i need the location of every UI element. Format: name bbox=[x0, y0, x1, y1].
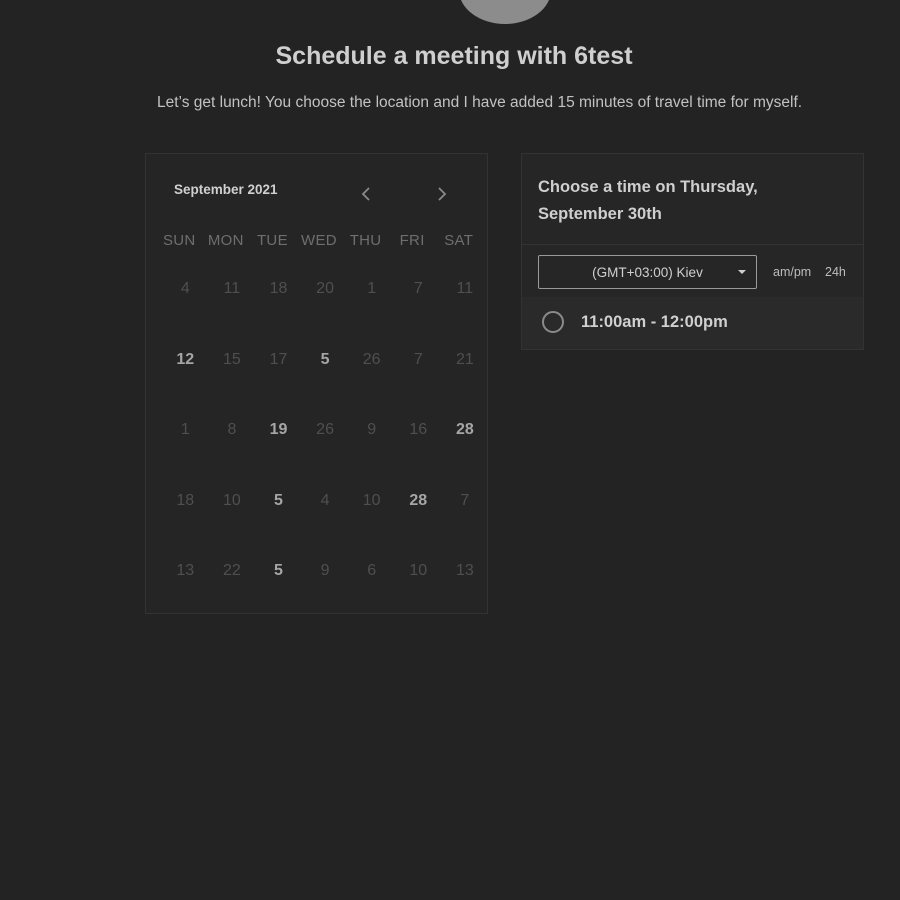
time-selection-panel: Choose a time on Thursday, September 30t… bbox=[521, 153, 864, 350]
calendar-day: 4 bbox=[320, 491, 330, 509]
next-month-button[interactable] bbox=[430, 182, 454, 206]
calendar-month-label: September 2021 bbox=[174, 182, 278, 197]
calendar-day: 8 bbox=[227, 421, 237, 438]
calendar-day: 17 bbox=[269, 350, 288, 368]
calendar-day: 1 bbox=[180, 421, 190, 438]
calendar-day: 6 bbox=[367, 562, 377, 579]
time-slot[interactable]: 11:00am - 12:00pm bbox=[522, 297, 863, 349]
calendar-day: 7 bbox=[413, 280, 423, 297]
radio-button[interactable] bbox=[542, 311, 564, 333]
page-title: Schedule a meeting with 6test bbox=[275, 42, 633, 70]
24h-format-toggle[interactable]: 24h bbox=[825, 265, 846, 279]
calendar-day: 1 bbox=[367, 280, 377, 297]
calendar-day: 26 bbox=[362, 350, 381, 368]
calendar-day: 7 bbox=[460, 491, 470, 509]
weekday-label: MON bbox=[207, 232, 244, 249]
calendar-day: 4 bbox=[180, 280, 190, 297]
calendar-day: 9 bbox=[320, 562, 330, 579]
calendar-day-grid: 4 11 18 20 1 7 11 12 15 17 5 26 7 21 1 8 19 26 9 16 28 18 10 5 4… bbox=[162, 280, 488, 633]
calendar-day: 15 bbox=[222, 350, 241, 368]
calendar-panel: September 2021 SUN MON TUE WED THU FRI S… bbox=[145, 153, 488, 614]
calendar-day: 13 bbox=[455, 562, 474, 579]
calendar-day: 18 bbox=[269, 280, 288, 297]
time-slot-label: 11:00am - 12:00pm bbox=[581, 313, 728, 331]
ampm-format-toggle[interactable]: am/pm bbox=[773, 265, 811, 279]
calendar-day: 13 bbox=[176, 562, 195, 579]
calendar-day-available[interactable]: 28 bbox=[442, 421, 489, 492]
timezone-select[interactable]: (GMT+03:00) Kiev bbox=[538, 255, 757, 289]
weekday-label: THU bbox=[349, 232, 382, 249]
chevron-right-icon bbox=[438, 187, 447, 201]
calendar-day: 22 bbox=[222, 562, 241, 579]
weekday-label: FRI bbox=[399, 232, 425, 249]
divider bbox=[522, 244, 863, 245]
weekday-header: SUN MON TUE WED THU FRI SAT bbox=[156, 232, 482, 249]
calendar-day: 10 bbox=[222, 491, 241, 509]
calendar-day: 10 bbox=[409, 562, 428, 579]
calendar-day: 10 bbox=[362, 491, 381, 509]
weekday-label: WED bbox=[301, 232, 337, 249]
previous-month-button[interactable] bbox=[354, 182, 378, 206]
weekday-label: SUN bbox=[162, 232, 196, 249]
weekday-label: SAT bbox=[444, 232, 474, 249]
calendar-day-available[interactable]: 5 bbox=[302, 351, 349, 422]
chevron-left-icon bbox=[361, 187, 370, 201]
calendar-day: 20 bbox=[316, 280, 334, 297]
calendar-day: 11 bbox=[456, 280, 474, 297]
calendar-day: 16 bbox=[409, 421, 428, 438]
host-avatar bbox=[459, 0, 551, 24]
calendar-day-available[interactable]: 5 bbox=[255, 562, 302, 633]
calendar-day: 18 bbox=[176, 491, 195, 509]
calendar-day-available[interactable]: 28 bbox=[395, 492, 442, 563]
calendar-day-available[interactable]: 12 bbox=[162, 351, 209, 422]
page-description: Let’s get lunch! You choose the location… bbox=[157, 94, 803, 111]
calendar-day: 21 bbox=[455, 350, 474, 368]
timezone-value: (GMT+03:00) Kiev bbox=[592, 264, 703, 280]
calendar-day: 26 bbox=[316, 421, 334, 438]
weekday-label: TUE bbox=[256, 232, 288, 249]
calendar-day: 7 bbox=[413, 350, 423, 368]
calendar-day: 9 bbox=[367, 421, 377, 438]
calendar-day-available[interactable]: 19 bbox=[255, 421, 302, 492]
calendar-day-available[interactable]: 5 bbox=[255, 492, 302, 563]
caret-down-icon bbox=[738, 270, 746, 274]
time-panel-heading: Choose a time on Thursday, September 30t… bbox=[538, 178, 758, 223]
calendar-day: 11 bbox=[223, 280, 241, 297]
